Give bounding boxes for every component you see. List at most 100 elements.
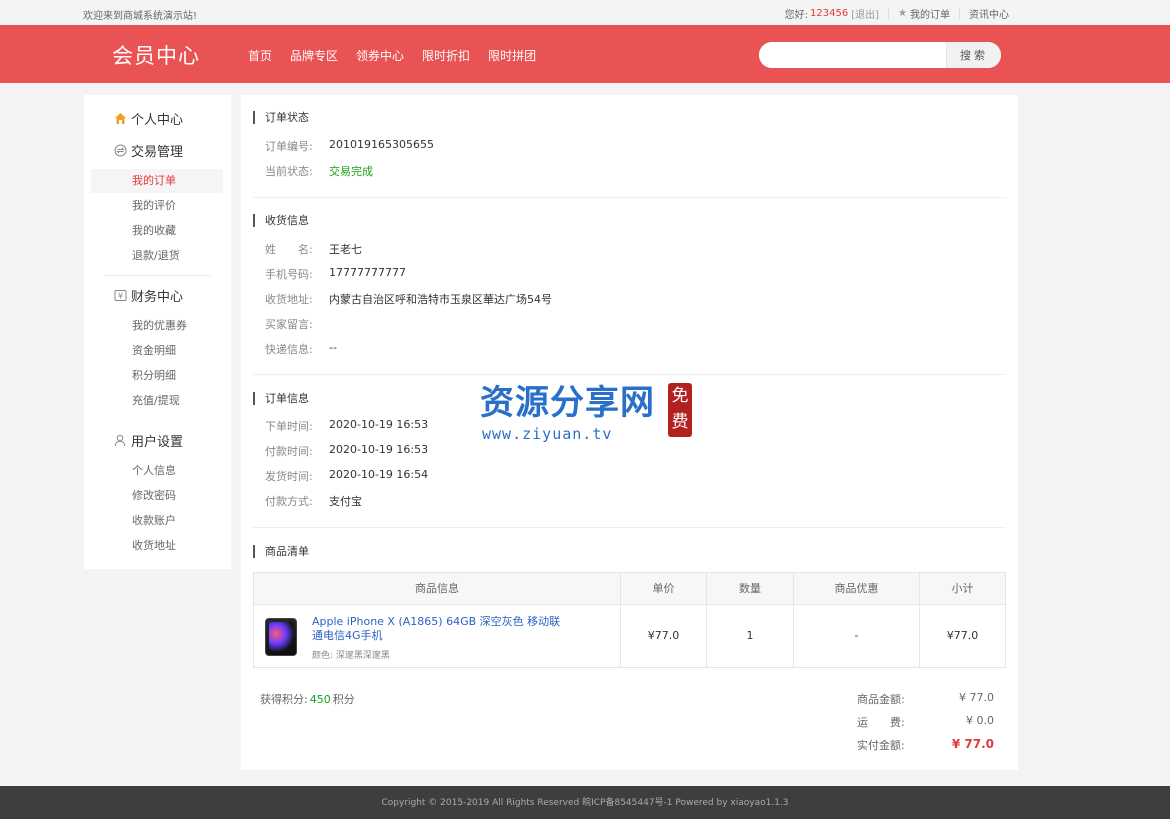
sidebar-item-my-reviews[interactable]: 我的评价 — [91, 194, 223, 218]
sidebar-item-recharge-withdraw[interactable]: 充值/提现 — [91, 389, 223, 413]
sidebar-group-trade: 交易管理 — [114, 141, 183, 160]
wallet-icon: ¥ — [114, 289, 127, 302]
watermark-title: 资源分享网 — [480, 383, 655, 423]
order-number-row: 订单编号: 201019165305655 — [265, 138, 434, 154]
status-badge: 交易完成 — [329, 165, 373, 178]
sidebar-item-points-detail[interactable]: 积分明细 — [91, 364, 223, 388]
sidebar-title-label: 交易管理 — [131, 145, 184, 160]
nav-home[interactable]: 首页 — [248, 47, 272, 64]
paid-amount-row: 实付金额: ¥ 77.0 — [857, 737, 994, 753]
top-bar-links: 您好: 123456 [退出] ★ 我的订单 资讯中心 — [785, 6, 1009, 21]
search-input[interactable] — [759, 42, 947, 68]
divider — [104, 275, 211, 276]
brand-title[interactable]: 会员中心 — [112, 40, 200, 70]
sidebar-item-my-orders[interactable]: 我的订单 — [91, 169, 223, 193]
sidebar-item-change-password[interactable]: 修改密码 — [91, 484, 223, 508]
exchange-icon — [114, 144, 127, 157]
order-created-time: 2020-10-19 16:53 — [329, 418, 429, 431]
footer: Copyright © 2015-2019 All Rights Reserve… — [0, 786, 1170, 819]
phone-number: 17777777777 — [329, 266, 406, 279]
sidebar-item-shipping-address[interactable]: 收货地址 — [91, 534, 223, 558]
recipient-name: 王老七 — [329, 243, 362, 256]
divider — [888, 8, 890, 19]
shipping-fee: ¥ 0.0 — [966, 714, 994, 727]
recipient-name-row: 姓 名: 王老七 — [265, 241, 362, 257]
goods-amount-row: 商品金额: ¥ 77.0 — [857, 691, 994, 707]
field-label: 付款方式: — [265, 495, 313, 508]
product-thumbnail[interactable] — [265, 618, 297, 656]
subtotal: ¥77.0 — [946, 629, 979, 642]
product-attributes: 颜色: 深邃黑深邃黑 — [312, 651, 390, 661]
sidebar-group-settings: 用户设置 — [114, 431, 183, 450]
column-header: 商品优惠 — [834, 582, 879, 595]
unit-price: ¥77.0 — [647, 629, 680, 642]
divider — [959, 8, 960, 19]
logout-link[interactable]: [退出] — [851, 6, 879, 21]
field-label: 实付金额: — [857, 739, 905, 752]
discount: - — [854, 629, 859, 642]
sidebar: 个人中心 交易管理 我的订单 我的评价 我的收藏 退款/退货 ¥ 财务中心 我的… — [84, 95, 231, 569]
sidebar-item-my-coupons[interactable]: 我的优惠券 — [91, 314, 223, 338]
product-name-link[interactable]: Apple iPhone X (A1865) 64GB 深空灰色 移动联通电信4… — [312, 615, 562, 643]
sidebar-item-personal-center[interactable]: 个人中心 — [114, 109, 183, 128]
phone-row: 手机号码: 17777777777 — [265, 266, 406, 282]
earned-points: 获得积分: 450 积分 — [260, 691, 355, 707]
order-number: 201019165305655 — [329, 138, 434, 151]
star-icon: ★ — [898, 8, 907, 19]
column-header: 数量 — [739, 582, 761, 595]
field-label: 快递信息: — [265, 343, 313, 356]
search-button[interactable]: 搜索 — [946, 42, 1001, 68]
column-header: 单价 — [652, 582, 675, 595]
field-label: 下单时间: — [265, 420, 313, 433]
field-label: 订单编号: — [265, 140, 313, 153]
home-icon — [114, 112, 127, 125]
payment-method-row: 付款方式: 支付宝 — [265, 493, 362, 509]
news-center-link[interactable]: 资讯中心 — [969, 6, 1009, 21]
watermark-url: www.ziyuan.tv — [482, 425, 613, 443]
my-orders-link[interactable]: 我的订单 — [910, 6, 950, 21]
payment-method: 支付宝 — [329, 495, 362, 508]
field-label: 手机号码: — [265, 268, 313, 281]
sidebar-item-my-favorites[interactable]: 我的收藏 — [91, 219, 223, 243]
field-label: 运 费: — [857, 716, 905, 729]
goods-amount: ¥ 77.0 — [959, 691, 994, 704]
address-row: 收货地址: 内蒙古自治区呼和浩特市玉泉区華达广场54号 — [265, 291, 552, 307]
points-label: 获得积分: — [260, 693, 308, 706]
nav-flash-discount[interactable]: 限时折扣 — [422, 47, 470, 64]
nav-brands[interactable]: 品牌专区 — [290, 47, 338, 64]
goods-table: 商品信息 单价 数量 商品优惠 小计 Apple iPhone X (A1865… — [253, 572, 1006, 668]
order-status-row: 当前状态: 交易完成 — [265, 163, 373, 179]
nav-coupons[interactable]: 领券中心 — [356, 47, 404, 64]
header: 会员中心 首页 品牌专区 领券中心 限时折扣 限时拼团 搜索 — [0, 25, 1170, 83]
order-created-row: 下单时间: 2020-10-19 16:53 — [265, 418, 428, 434]
paid-amount: ¥ 77.0 — [951, 737, 994, 751]
points-unit: 积分 — [332, 693, 355, 706]
sidebar-title-label: 财务中心 — [131, 290, 184, 305]
field-label: 付款时间: — [265, 445, 313, 458]
sidebar-item-refunds[interactable]: 退款/退货 — [91, 244, 223, 268]
sidebar-item-profile[interactable]: 个人信息 — [91, 459, 223, 483]
user-icon — [114, 434, 127, 447]
points-value: 450 — [309, 693, 331, 706]
divider — [253, 527, 1006, 528]
top-bar: 欢迎来到商城系统演示站! 您好: 123456 [退出] ★ 我的订单 资讯中心 — [0, 0, 1170, 25]
nav-group-buy[interactable]: 限时拼团 — [488, 47, 536, 64]
svg-text:¥: ¥ — [118, 292, 123, 301]
main-nav: 首页 品牌专区 领券中心 限时折扣 限时拼团 — [248, 47, 536, 64]
section-title-order-info: 订单信息 — [253, 392, 309, 405]
field-label: 当前状态: — [265, 165, 313, 178]
express-row: 快递信息: -- — [265, 341, 337, 357]
section-title-order-status: 订单状态 — [253, 111, 309, 124]
payment-time-row: 付款时间: 2020-10-19 16:53 — [265, 443, 428, 459]
copyright-text: Copyright © 2015-2019 All Rights Reserve… — [381, 798, 789, 808]
sidebar-title-label: 用户设置 — [131, 435, 184, 450]
field-label: 商品金额: — [857, 693, 905, 706]
sidebar-item-funds-detail[interactable]: 资金明细 — [91, 339, 223, 363]
column-header: 小计 — [951, 582, 974, 595]
payment-time: 2020-10-19 16:53 — [329, 443, 429, 456]
shipped-time-row: 发货时间: 2020-10-19 16:54 — [265, 468, 428, 484]
username-link[interactable]: 123456 — [810, 8, 848, 19]
divider — [253, 197, 1006, 198]
welcome-text: 欢迎来到商城系统演示站! — [83, 11, 198, 22]
sidebar-item-payout-account[interactable]: 收款账户 — [91, 509, 223, 533]
